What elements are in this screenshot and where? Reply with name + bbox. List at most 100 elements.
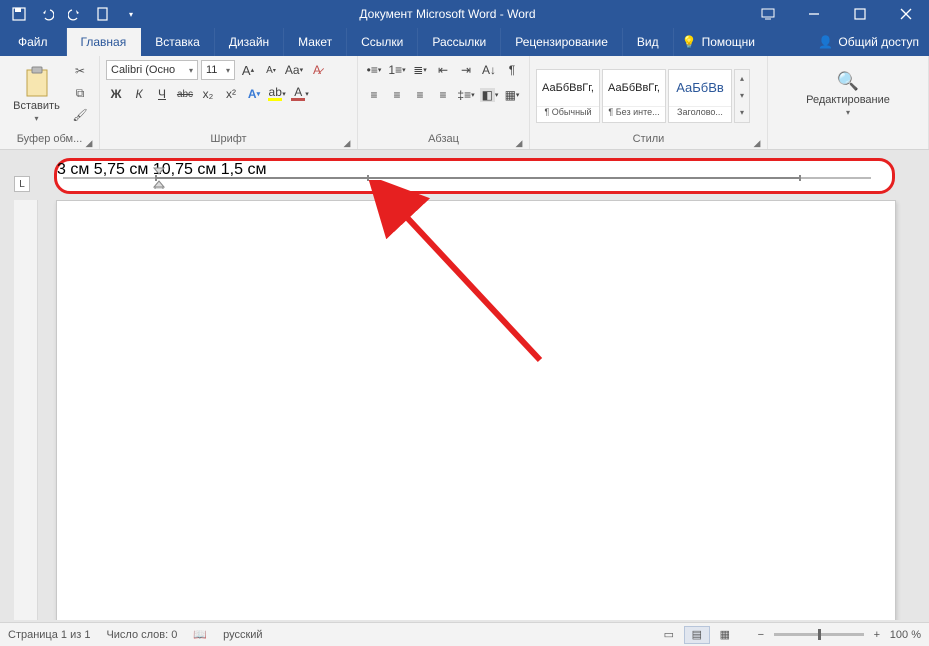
tab-mailings[interactable]: Рассылки (418, 28, 501, 56)
qa-dropdown-icon[interactable]: ▾ (122, 5, 140, 23)
search-icon: 🔍 (837, 71, 859, 92)
highlight-color-icon[interactable]: ab▾ (267, 84, 287, 104)
ribbon-tabs: Файл Главная Вставка Дизайн Макет Ссылки… (0, 28, 929, 56)
align-left-icon[interactable]: ≡ (364, 85, 384, 105)
shading-icon[interactable]: ◧▾ (479, 85, 499, 105)
window-title: Документ Microsoft Word - Word (150, 7, 745, 21)
paste-label: Вставить (13, 100, 60, 112)
tab-review[interactable]: Рецензирование (501, 28, 623, 56)
vertical-ruler[interactable] (14, 200, 38, 620)
status-page[interactable]: Страница 1 из 1 (8, 629, 90, 641)
proofing-icon[interactable]: 📖 (193, 628, 207, 641)
text-effects-icon[interactable]: A▾ (244, 84, 264, 104)
dialog-launcher-icon[interactable]: ◢ (751, 135, 763, 147)
subscript-button[interactable]: x₂ (198, 84, 218, 104)
chevron-down-icon: ▾ (34, 114, 38, 123)
style-normal[interactable]: АаБбВвГг, ¶ Обычный (536, 69, 600, 123)
new-doc-icon[interactable] (94, 5, 112, 23)
superscript-button[interactable]: x² (221, 84, 241, 104)
zoom-in-button[interactable]: + (870, 628, 884, 642)
show-marks-icon[interactable]: ¶ (502, 60, 522, 80)
page-area[interactable] (38, 200, 919, 620)
ruler-highlight: 3 см 5,75 см 10,75 см 1,5 см (54, 158, 895, 194)
grow-font-icon[interactable]: A▴ (238, 60, 258, 80)
sort-icon[interactable]: A↓ (479, 60, 499, 80)
person-icon: 👤 (818, 35, 833, 49)
font-color-icon[interactable]: A▾ (290, 84, 310, 104)
zoom-out-button[interactable]: − (754, 628, 768, 642)
style-heading1[interactable]: АаБбВв Заголово... (668, 69, 732, 123)
increase-indent-icon[interactable]: ⇥ (456, 60, 476, 80)
editing-label: Редактирование (806, 94, 890, 106)
ribbon: Вставить ▾ ✂ ⧉ 🖌 Буфер обм...◢ Calibri (… (0, 56, 929, 150)
status-wordcount[interactable]: Число слов: 0 (106, 629, 177, 641)
dialog-launcher-icon[interactable]: ◢ (513, 135, 525, 147)
web-layout-icon[interactable]: ▦ (712, 626, 738, 644)
status-bar: Страница 1 из 1 Число слов: 0 📖 русский … (0, 622, 929, 646)
close-icon[interactable] (883, 0, 929, 28)
font-name-value: Calibri (Осно (111, 64, 175, 76)
share-label: Общий доступ (838, 35, 919, 49)
save-icon[interactable] (10, 5, 28, 23)
line-spacing-icon[interactable]: ‡≡▾ (456, 85, 476, 105)
minimize-icon[interactable] (791, 0, 837, 28)
ribbon-options-icon[interactable] (745, 0, 791, 28)
tell-me[interactable]: 💡Помощни (674, 28, 763, 56)
status-language[interactable]: русский (223, 629, 262, 641)
copy-icon[interactable]: ⧉ (70, 84, 90, 102)
dialog-launcher-icon[interactable]: ◢ (83, 135, 95, 147)
tab-references[interactable]: Ссылки (347, 28, 418, 56)
tab-home[interactable]: Главная (67, 28, 142, 56)
read-mode-icon[interactable]: ▭ (656, 626, 682, 644)
undo-icon[interactable] (38, 5, 56, 23)
dialog-launcher-icon[interactable]: ◢ (341, 135, 353, 147)
indent-marker-icon[interactable] (153, 167, 165, 189)
multilevel-icon[interactable]: ≣▾ (410, 60, 430, 80)
zoom-control: − + 100 % (754, 628, 921, 642)
redo-icon[interactable] (66, 5, 84, 23)
format-painter-icon[interactable]: 🖌 (70, 106, 90, 124)
font-name-combo[interactable]: Calibri (Осно ▾ (106, 60, 198, 80)
tab-selector[interactable]: L (14, 176, 30, 192)
page[interactable] (56, 200, 896, 620)
zoom-value[interactable]: 100 % (890, 629, 921, 641)
styles-expand[interactable]: ▴▾▾ (734, 69, 750, 123)
tab-file[interactable]: Файл (0, 28, 67, 56)
align-center-icon[interactable]: ≡ (387, 85, 407, 105)
bullets-icon[interactable]: •≡▾ (364, 60, 384, 80)
chevron-down-icon: ▾ (846, 108, 850, 117)
font-size-combo[interactable]: 11▾ (201, 60, 235, 80)
change-case-icon[interactable]: Aa▾ (284, 60, 304, 80)
horizontal-ruler[interactable] (63, 175, 886, 181)
tab-insert[interactable]: Вставка (141, 28, 215, 56)
style-label: ¶ Без инте... (603, 106, 665, 122)
italic-button[interactable]: К (129, 84, 149, 104)
style-no-spacing[interactable]: АаБбВвГг, ¶ Без инте... (602, 69, 666, 123)
chevron-down-icon: ▾ (189, 66, 193, 75)
print-layout-icon[interactable]: ▤ (684, 626, 710, 644)
numbering-icon[interactable]: 1≡▾ (387, 60, 407, 80)
justify-icon[interactable]: ≡ (433, 85, 453, 105)
tab-view[interactable]: Вид (623, 28, 674, 56)
borders-icon[interactable]: ▦▾ (502, 85, 522, 105)
align-right-icon[interactable]: ≡ (410, 85, 430, 105)
quick-access-toolbar: ▾ (0, 5, 150, 23)
tab-design[interactable]: Дизайн (215, 28, 284, 56)
shrink-font-icon[interactable]: A▾ (261, 60, 281, 80)
share-button[interactable]: 👤 Общий доступ (808, 28, 929, 56)
maximize-icon[interactable] (837, 0, 883, 28)
cut-icon[interactable]: ✂ (70, 62, 90, 80)
decrease-indent-icon[interactable]: ⇤ (433, 60, 453, 80)
group-label: Стили (633, 133, 665, 145)
tab-layout[interactable]: Макет (284, 28, 347, 56)
underline-button[interactable]: Ч (152, 84, 172, 104)
strikethrough-button[interactable]: abc (175, 84, 195, 104)
style-preview: АаБбВвГг, (537, 70, 599, 106)
paste-button[interactable]: Вставить ▾ (6, 60, 67, 128)
zoom-slider[interactable] (774, 633, 864, 636)
clear-formatting-icon[interactable]: A̷ (307, 60, 327, 80)
style-preview: АаБбВв (669, 70, 731, 106)
bold-button[interactable]: Ж (106, 84, 126, 104)
view-buttons: ▭ ▤ ▦ (656, 626, 738, 644)
editing-button[interactable]: 🔍 Редактирование ▾ (793, 60, 903, 128)
